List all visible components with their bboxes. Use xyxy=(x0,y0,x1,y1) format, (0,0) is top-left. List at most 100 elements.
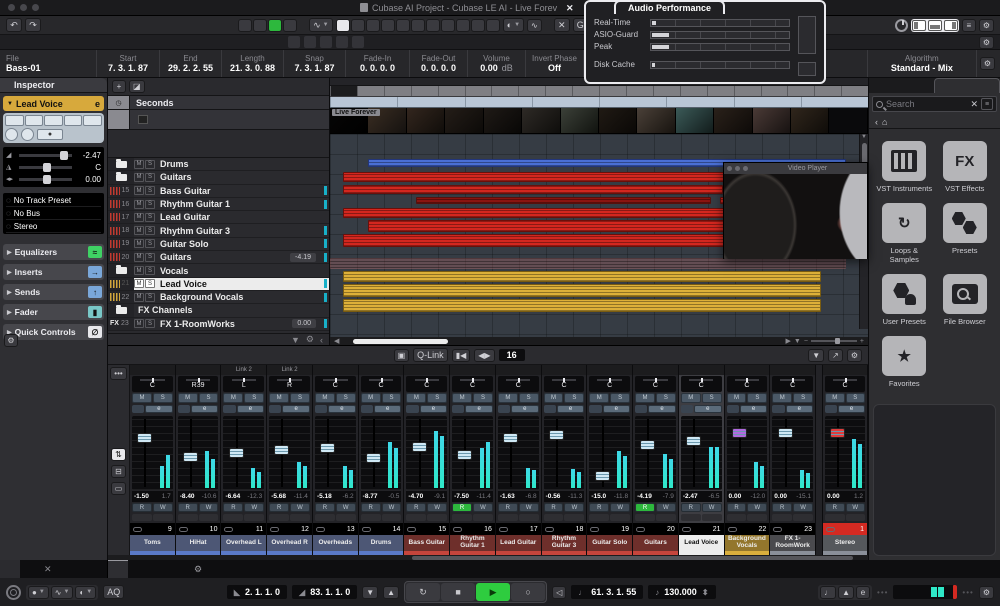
audio-event-clip[interactable] xyxy=(343,185,723,194)
channel-solo-button[interactable]: S xyxy=(610,393,630,403)
automation-curve-button[interactable]: ∿ xyxy=(527,19,542,32)
channel-name[interactable]: Overheads xyxy=(313,535,358,551)
minimize-window-button[interactable] xyxy=(20,4,27,11)
tempo-stepper[interactable]: ⬍ xyxy=(702,588,709,597)
cycle-button[interactable]: ↻ xyxy=(406,583,440,601)
channel-misc-button[interactable] xyxy=(519,514,539,521)
channel-volume-value[interactable]: -5.68 xyxy=(271,493,286,500)
transport-setup-gear[interactable]: ⚙ xyxy=(979,586,994,599)
track-solo-button[interactable]: S xyxy=(145,226,155,235)
channel-mute-button[interactable]: M xyxy=(178,393,198,403)
tool-button[interactable] xyxy=(486,19,500,32)
automation-state-button[interactable] xyxy=(283,19,297,32)
mixer-channel[interactable]: R39 M S e xyxy=(176,365,222,555)
play-button[interactable]: ▶ xyxy=(476,583,510,601)
minimize-window-button[interactable] xyxy=(735,166,740,171)
fader-view-button[interactable]: ⇅ xyxy=(111,448,126,461)
channel-name[interactable]: Background Vocals xyxy=(725,535,770,551)
track-row[interactable]: 19 M S Guitar Solo xyxy=(108,238,329,251)
delay-slider[interactable] xyxy=(19,178,72,181)
open-mixconsole-window-button[interactable]: ↗ xyxy=(828,349,843,362)
bar-ruler[interactable] xyxy=(330,86,868,97)
mixer-channel[interactable]: C M S e xyxy=(633,365,679,555)
info-line-setup-gear[interactable]: ⚙ xyxy=(980,57,995,70)
channel-write-button[interactable]: W xyxy=(336,503,356,512)
media-tile[interactable]: ↻ Loops & Samples xyxy=(875,199,934,268)
tool-button[interactable] xyxy=(366,19,380,32)
media-tile[interactable]: ★ Favorites xyxy=(875,332,934,392)
tempo-display[interactable]: ♪130.000⬍ xyxy=(648,585,715,599)
metronome-setup-button[interactable]: e xyxy=(856,586,870,599)
channel-misc-button[interactable] xyxy=(336,514,356,521)
channel-volume-value[interactable]: -4.70 xyxy=(408,493,423,500)
channel-edit-button[interactable]: e xyxy=(694,405,722,413)
channel-width-value[interactable]: 16 xyxy=(499,349,525,361)
footer-collapse-icon[interactable]: ▼ xyxy=(291,335,300,345)
video-player-window[interactable]: Video Player xyxy=(723,162,868,259)
track-mute-button[interactable]: M xyxy=(134,319,144,328)
mixer-channel[interactable]: Link 2 R M S e xyxy=(267,365,313,555)
ruler-track[interactable]: ◷ Seconds xyxy=(108,96,329,110)
track-solo-button[interactable]: S xyxy=(145,239,155,248)
channel-read-button[interactable]: R xyxy=(178,503,198,512)
channel-mute-button[interactable]: M xyxy=(825,393,845,403)
audio-event-clip[interactable] xyxy=(343,284,821,297)
track-mute-button[interactable]: M xyxy=(134,226,144,235)
channel-read-button[interactable]: R xyxy=(498,503,518,512)
home-icon[interactable]: ⌂ xyxy=(882,117,887,127)
track-row[interactable]: 16 M S Rhythm Guitar 1 xyxy=(108,198,329,211)
maximize-window-button[interactable] xyxy=(743,166,748,171)
channel-pan-control[interactable]: C xyxy=(825,376,865,392)
channel-name[interactable]: Overhead L xyxy=(221,535,266,551)
tempo-icon[interactable]: ♪ xyxy=(655,588,659,597)
record-mode-dropdown[interactable]: ●▼ xyxy=(28,586,49,599)
routing-row[interactable]: ◌No Bus xyxy=(6,207,101,220)
channel-volume-value[interactable]: -4.19 xyxy=(637,493,652,500)
channel-read-button[interactable]: R xyxy=(544,503,564,512)
track-solo-button[interactable]: S xyxy=(145,319,155,328)
channel-read-button[interactable]: R xyxy=(825,503,845,512)
fader-handle[interactable] xyxy=(320,443,335,453)
channel-listen-button[interactable] xyxy=(315,405,327,413)
channel-solo-button[interactable]: S xyxy=(793,393,813,403)
channel-volume-value[interactable]: -8.77 xyxy=(363,493,378,500)
marker-track-button[interactable] xyxy=(138,115,148,124)
inspector-setup-gear[interactable]: ⚙ xyxy=(4,334,18,347)
channel-pan-control[interactable]: R xyxy=(269,376,310,392)
track-row[interactable]: M S Drums xyxy=(108,158,329,171)
punch-in-button[interactable]: ▼ xyxy=(362,586,378,599)
tool-button[interactable] xyxy=(426,19,440,32)
inspector-track-name[interactable]: ▼ Lead Voice e xyxy=(3,96,104,111)
channel-listen-button[interactable] xyxy=(772,405,784,413)
left-zone-tab[interactable] xyxy=(20,560,40,578)
channel-mute-button[interactable]: M xyxy=(132,393,152,403)
fader-handle[interactable] xyxy=(640,440,655,450)
audio-event-clip[interactable] xyxy=(343,299,821,312)
channel-edit-button[interactable]: e xyxy=(282,405,310,413)
collapse-arrow-icon[interactable]: ▼ xyxy=(7,101,13,107)
channel-fader-area[interactable] xyxy=(589,416,630,490)
track-mute-button[interactable]: M xyxy=(134,213,144,222)
volume-value[interactable]: -2.47 xyxy=(75,151,101,160)
right-locator[interactable]: ◢83. 1. 1. 0 xyxy=(292,585,357,599)
channel-pan-control[interactable]: R39 xyxy=(178,376,219,392)
channel-pan-control[interactable]: C xyxy=(132,376,173,392)
channel-read-button[interactable]: R xyxy=(772,503,792,512)
channel-name[interactable]: Toms xyxy=(130,535,175,551)
channel-fader-area[interactable] xyxy=(361,416,402,490)
maximize-window-button[interactable] xyxy=(32,4,39,11)
zoom-slider[interactable] xyxy=(811,340,857,342)
left-zone-toggle[interactable] xyxy=(912,20,926,31)
qlink-button[interactable]: Q-Link xyxy=(413,348,448,362)
mixer-channel[interactable]: C M S e xyxy=(130,365,176,555)
track-row[interactable]: 20 M S Guitars -4.19 xyxy=(108,251,329,264)
channel-mute-button[interactable]: M xyxy=(681,393,701,403)
section-expand-icon[interactable]: ▶ xyxy=(7,249,12,256)
info-line-field[interactable]: Snap 7. 3. 1. 87 xyxy=(284,50,346,77)
fader-handle[interactable] xyxy=(457,450,472,460)
tool-button[interactable] xyxy=(336,19,350,32)
channel-read-button[interactable]: R xyxy=(132,503,152,512)
punch-out-button[interactable]: ▲ xyxy=(383,586,399,599)
channel-edit-button[interactable]: e xyxy=(237,405,265,413)
channel-listen-button[interactable] xyxy=(681,405,693,413)
